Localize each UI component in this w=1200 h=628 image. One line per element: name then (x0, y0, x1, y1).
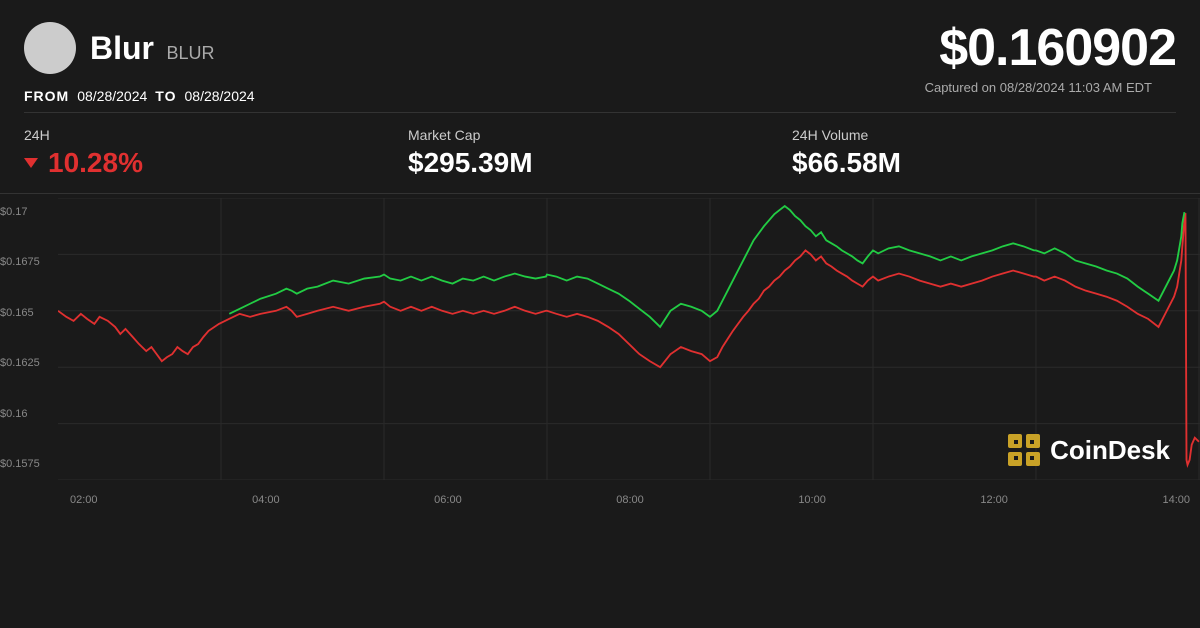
captured-text: Captured on 08/28/2024 11:03 AM EDT (925, 80, 1152, 95)
x-label-4: 08:00 (616, 494, 644, 506)
coindesk-icon (1006, 432, 1042, 468)
stat-volume-value: $66.58M (792, 147, 1176, 179)
coin-name-container: Blur BLUR (90, 30, 214, 67)
coin-info: Blur BLUR (24, 22, 214, 74)
y-label-1: $0.17 (0, 206, 60, 218)
stat-24h-label: 24H (24, 127, 408, 143)
y-label-2: $0.1675 (0, 256, 60, 268)
x-label-7: 14:00 (1162, 494, 1190, 506)
stat-market-cap-value: $295.39M (408, 147, 792, 179)
green-line-segment (229, 206, 1184, 327)
change-percent: 10.28% (48, 147, 143, 179)
y-label-5: $0.16 (0, 408, 60, 420)
coindesk-text: CoinDesk (1050, 435, 1170, 466)
y-label-4: $0.1625 (0, 357, 60, 369)
stat-24h-change: 24H 10.28% (24, 127, 408, 179)
stat-market-cap-label: Market Cap (408, 127, 792, 143)
price-display: $0.160902 (939, 18, 1176, 78)
from-label: FROM (24, 88, 69, 104)
red-line-segment (58, 213, 1199, 465)
stat-24h-value: 10.28% (24, 147, 408, 179)
x-label-2: 04:00 (252, 494, 280, 506)
x-label-1: 02:00 (70, 494, 98, 506)
stat-volume-label: 24H Volume (792, 127, 1176, 143)
down-arrow-icon (24, 158, 38, 168)
captured-info: Captured on 08/28/2024 11:03 AM EDT (925, 80, 1176, 95)
coin-ticker: BLUR (166, 43, 214, 63)
coin-logo (24, 22, 76, 74)
y-label-3: $0.165 (0, 307, 60, 319)
date-range: FROM 08/28/2024 TO 08/28/2024 (24, 88, 255, 104)
stat-market-cap: Market Cap $295.39M (408, 127, 792, 179)
coin-name: Blur (90, 30, 154, 66)
chart-area: $0.17 $0.1675 $0.165 $0.1625 $0.16 $0.15… (0, 198, 1200, 508)
from-date: 08/28/2024 (77, 88, 147, 104)
y-label-6: $0.1575 (0, 458, 60, 470)
x-label-5: 10:00 (798, 494, 826, 506)
to-label: TO (155, 88, 176, 104)
x-axis: 02:00 04:00 06:00 08:00 10:00 12:00 14:0… (60, 494, 1200, 506)
x-label-6: 12:00 (980, 494, 1008, 506)
header: Blur BLUR $0.160902 (0, 0, 1200, 88)
to-date: 08/28/2024 (185, 88, 255, 104)
y-axis: $0.17 $0.1675 $0.165 $0.1625 $0.16 $0.15… (0, 198, 60, 478)
coindesk-logo: CoinDesk (1006, 432, 1170, 468)
x-label-3: 06:00 (434, 494, 462, 506)
stat-volume: 24H Volume $66.58M (792, 127, 1176, 179)
stats-bar: 24H 10.28% Market Cap $295.39M 24H Volum… (0, 113, 1200, 194)
